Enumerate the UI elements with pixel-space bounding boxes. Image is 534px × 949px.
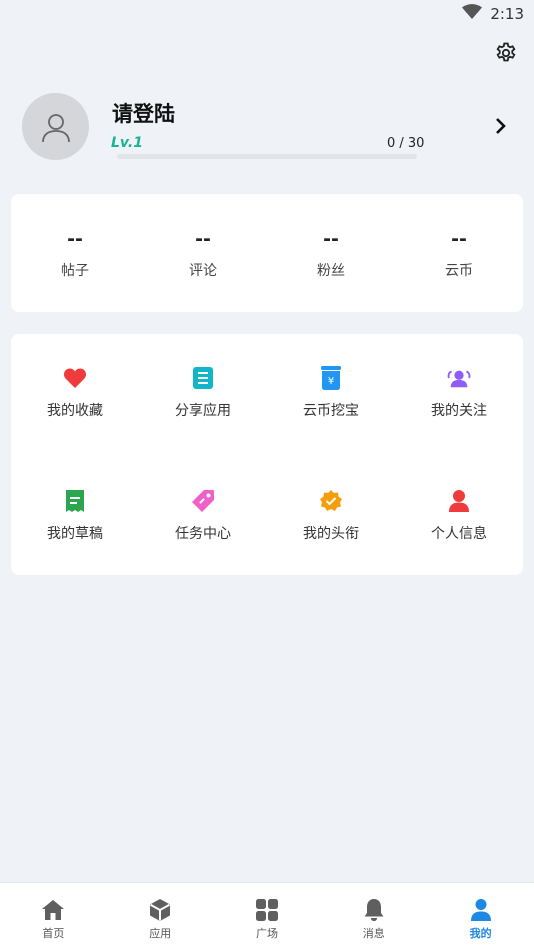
menu-item-favorites[interactable]: 我的收藏	[11, 334, 139, 457]
menu-item-task-center[interactable]: 任务中心	[139, 457, 267, 575]
avatar[interactable]	[22, 93, 89, 160]
wifi-icon	[462, 4, 483, 24]
stat-value: --	[67, 228, 83, 250]
stat-value: --	[195, 228, 211, 250]
tab-messages[interactable]: 消息	[320, 883, 427, 949]
document-icon	[191, 366, 215, 390]
menu-item-titles[interactable]: 我的头衔	[267, 457, 395, 575]
profile-header[interactable]: 请登陆 Lv.1 0 / 30	[22, 93, 512, 161]
tab-apps[interactable]: 应用	[107, 883, 214, 949]
menu-label: 我的关注	[431, 403, 487, 419]
stat-value: --	[451, 228, 467, 250]
menu-label: 个人信息	[431, 526, 487, 542]
tab-label: 首页	[42, 927, 65, 940]
bell-icon	[361, 897, 387, 923]
stat-label: 云币	[445, 263, 473, 279]
stat-value: --	[323, 228, 339, 250]
stat-label: 评论	[189, 263, 217, 279]
bottom-tab-bar: 首页 应用 广场 消息 我的	[0, 882, 534, 949]
menu-label: 我的收藏	[47, 403, 103, 419]
menu-label: 任务中心	[175, 526, 231, 542]
coin-jar-icon: ¥	[319, 366, 343, 390]
menu-label: 云币挖宝	[303, 403, 359, 419]
tab-label: 我的	[469, 927, 492, 940]
feature-menu-card: 我的收藏 分享应用 ¥ 云币挖宝 我的关注 我的草稿 任务中心 我的头衔 个人信…	[11, 334, 523, 575]
menu-item-following[interactable]: 我的关注	[395, 334, 523, 457]
menu-label: 我的草稿	[47, 526, 103, 542]
stat-comments[interactable]: -- 评论	[139, 194, 267, 312]
chevron-right-icon[interactable]	[490, 115, 512, 137]
menu-label: 我的头衔	[303, 526, 359, 542]
menu-item-coin-mining[interactable]: ¥ 云币挖宝	[267, 334, 395, 457]
level-progress-text: 0 / 30	[387, 136, 425, 151]
tab-label: 应用	[149, 927, 172, 940]
stat-label: 帖子	[61, 263, 89, 279]
tab-mine[interactable]: 我的	[427, 883, 534, 949]
tab-home[interactable]: 首页	[0, 883, 107, 949]
user-icon	[468, 897, 494, 923]
person-icon	[447, 489, 471, 513]
status-time: 2:13	[490, 5, 524, 23]
level-progress-bar	[117, 154, 417, 159]
stat-followers[interactable]: -- 粉丝	[267, 194, 395, 312]
menu-item-drafts[interactable]: 我的草稿	[11, 457, 139, 575]
menu-item-share-app[interactable]: 分享应用	[139, 334, 267, 457]
draft-icon	[63, 489, 87, 513]
settings-button[interactable]	[493, 42, 519, 68]
svg-text:¥: ¥	[328, 376, 334, 387]
home-icon	[40, 897, 66, 923]
stat-label: 粉丝	[317, 263, 345, 279]
group-icon	[447, 366, 471, 390]
tag-icon	[191, 489, 215, 513]
menu-label: 分享应用	[175, 403, 231, 419]
cube-icon	[147, 897, 173, 923]
tab-label: 广场	[255, 927, 278, 940]
login-prompt[interactable]: 请登陆	[112, 98, 175, 128]
heart-icon	[63, 366, 87, 390]
status-bar: 2:13	[0, 0, 534, 28]
tab-label: 消息	[362, 927, 385, 940]
tab-square[interactable]: 广场	[214, 883, 321, 949]
grid-icon	[254, 897, 280, 923]
menu-item-profile-info[interactable]: 个人信息	[395, 457, 523, 575]
stats-card: -- 帖子 -- 评论 -- 粉丝 -- 云币	[11, 194, 523, 312]
level-label: Lv.1	[111, 135, 143, 151]
badge-icon	[319, 489, 343, 513]
stat-coins[interactable]: -- 云币	[395, 194, 523, 312]
gear-icon	[494, 41, 518, 69]
stat-posts[interactable]: -- 帖子	[11, 194, 139, 312]
